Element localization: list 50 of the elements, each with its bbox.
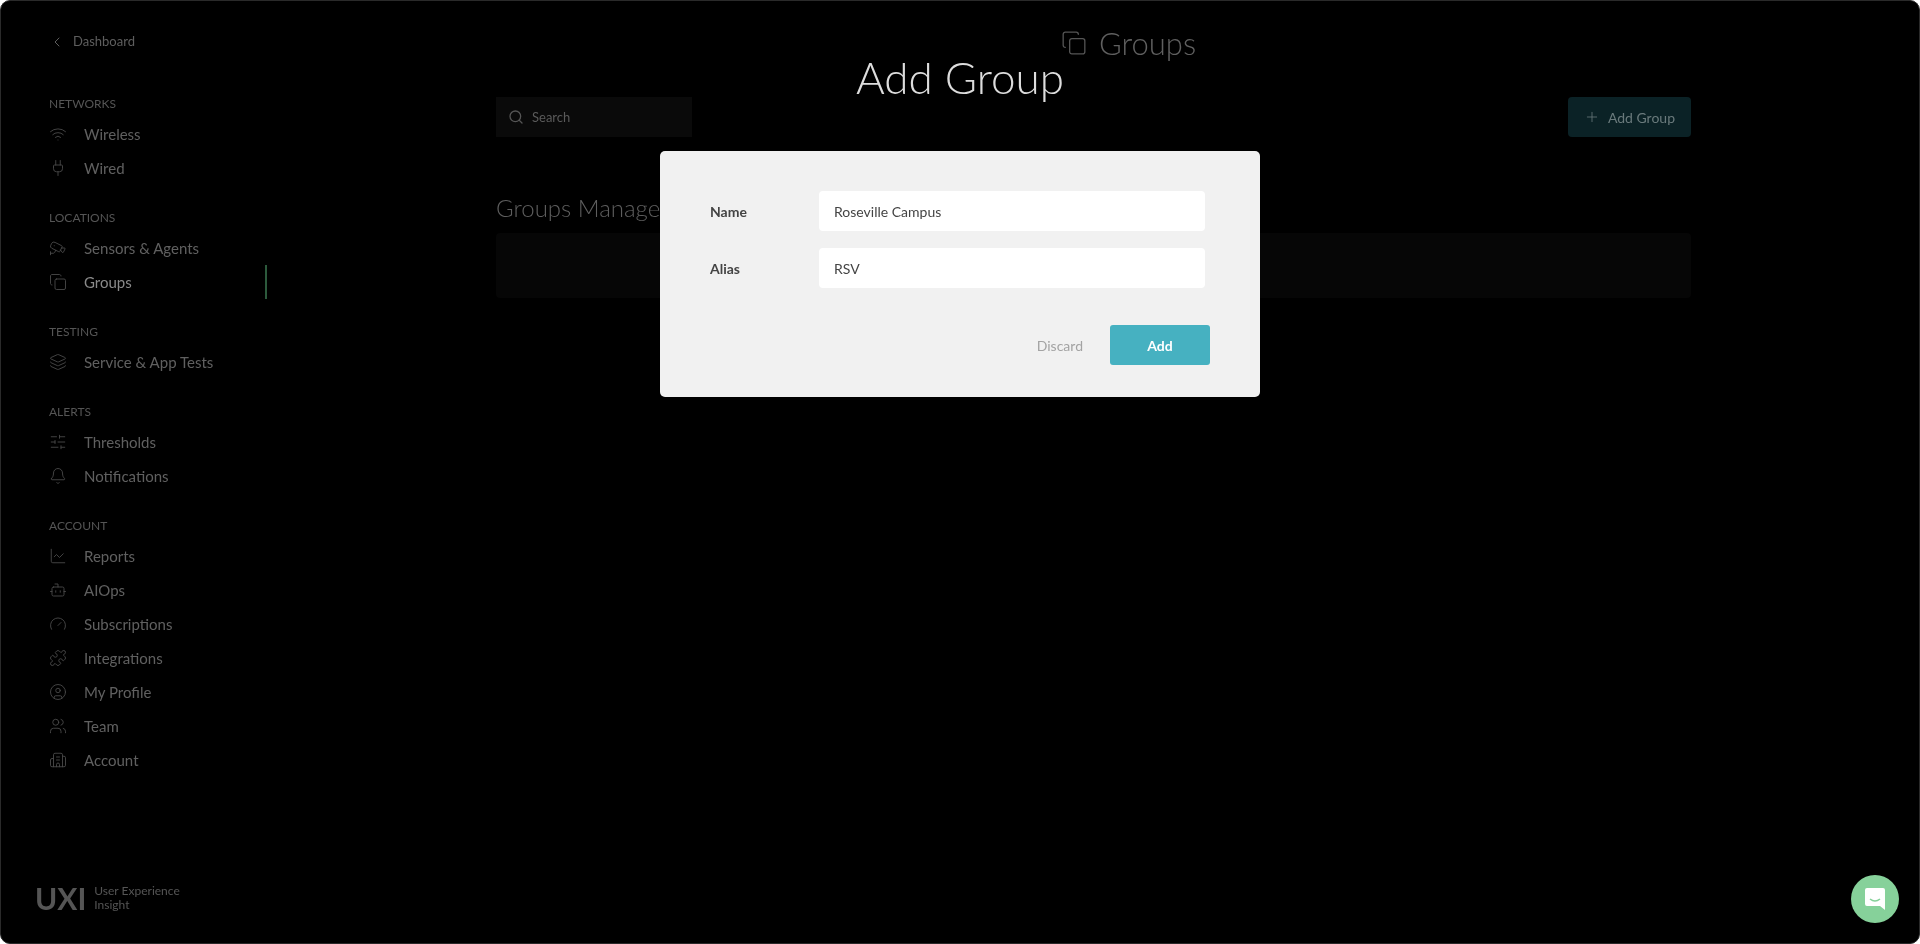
chat-button[interactable] [1851, 875, 1899, 923]
section-title: Groups Manage [496, 193, 661, 223]
logo-mark: UXI [35, 883, 87, 913]
add-group-button[interactable]: Add Group [1567, 97, 1691, 137]
chat-icon [1864, 887, 1886, 911]
copy-icon [1060, 30, 1087, 56]
robot-icon [49, 581, 67, 599]
input-field[interactable]: RSV [819, 248, 1205, 288]
field-label: Name [710, 201, 748, 222]
sidebar-item[interactable]: Integrations [49, 641, 267, 675]
chart-icon [49, 547, 67, 565]
logo-tagline: Insight [94, 898, 131, 912]
logo-tagline: User Experience [94, 884, 180, 898]
sidebar-item[interactable]: Thresholds [49, 425, 267, 459]
sliders-icon [49, 433, 67, 451]
sidebar-item[interactable]: AIOps [49, 573, 267, 607]
sidebar-item[interactable]: Account [49, 743, 267, 777]
sidebar-item[interactable]: Groups [49, 265, 267, 299]
user-icon [49, 683, 67, 701]
section-heading: ACCOUNT [49, 517, 109, 535]
copy-icon [49, 273, 67, 291]
sidebar-item[interactable]: Wireless [49, 117, 267, 151]
discard-button[interactable]: Discard [1036, 334, 1083, 356]
search-icon [508, 109, 524, 125]
add-button[interactable]: Add [1110, 325, 1210, 365]
field-label: Alias [710, 258, 741, 279]
section-heading: NETWORKS [49, 95, 118, 113]
search-field[interactable]: Search [496, 97, 692, 137]
sidebar-item[interactable]: Sensors & Agents [49, 231, 267, 265]
section-heading: ALERTS [49, 403, 92, 421]
input-field[interactable]: Roseville Campus [819, 191, 1205, 231]
sidebar-item[interactable]: Notifications [49, 459, 267, 493]
users-icon [49, 717, 67, 735]
layers-icon [49, 353, 67, 371]
section-heading: TESTING [49, 323, 99, 341]
sidebar-item[interactable]: Team [49, 709, 267, 743]
gauge-icon [49, 615, 67, 633]
sidebar-item[interactable]: Service & App Tests [49, 345, 267, 379]
sidebar-item[interactable]: Wired [49, 151, 267, 185]
sidebar-item[interactable]: Reports [49, 539, 267, 573]
building-icon [49, 751, 67, 769]
sidebar-item[interactable]: Subscriptions [49, 607, 267, 641]
bell-icon [49, 467, 67, 485]
camera-icon [49, 239, 67, 257]
section-heading: LOCATIONS [49, 209, 117, 227]
dialog-title: Add Group [855, 50, 1064, 105]
puzzle-icon [49, 649, 67, 667]
back-link[interactable]: Dashboard [49, 31, 267, 53]
page-title: Groups [1098, 22, 1197, 64]
sidebar-item[interactable]: My Profile [49, 675, 267, 709]
